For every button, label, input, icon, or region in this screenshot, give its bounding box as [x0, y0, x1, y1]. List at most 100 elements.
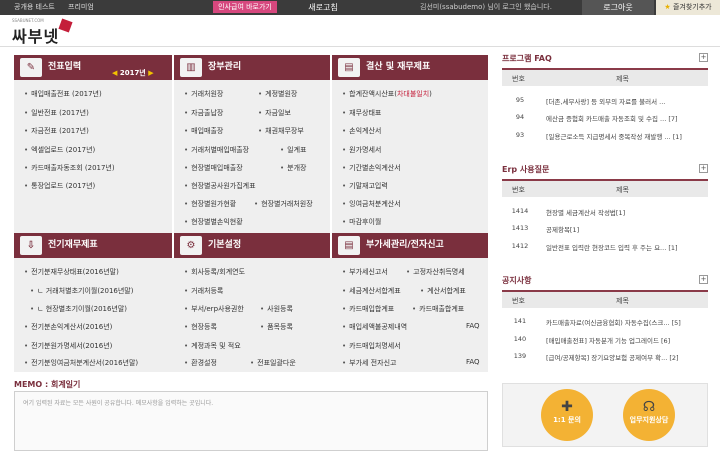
menu-item[interactable]: • 회사등록/회계연도	[184, 267, 245, 277]
menu-item[interactable]: • 현장별거래처원장	[254, 199, 313, 209]
more-button[interactable]: +	[699, 53, 708, 62]
prev-year-icon[interactable]: ◀	[112, 69, 117, 77]
pencil-doc-icon: ✎	[20, 58, 42, 77]
menu-item[interactable]: • 전기분재무상태표(2016년말)	[24, 267, 119, 277]
inquiry-label: 1:1 문의	[553, 416, 581, 424]
faq-link[interactable]: FAQ	[466, 358, 480, 366]
menu-item[interactable]: • 환경설정	[184, 358, 217, 368]
menu-item[interactable]: • 자금출납장	[184, 108, 223, 118]
menu-item[interactable]: • 현장별원가현황	[184, 199, 236, 209]
erp-qna-section: Erp 사용질문 + 번호 제목 1414 현장별 세금계산서 작성법[1] 14…	[502, 164, 708, 252]
menu-item[interactable]: • 기간별손익계산서	[342, 163, 401, 173]
menu-item[interactable]: • 카드매입합계표	[342, 304, 394, 314]
menu-item[interactable]: • 현장별매입매출장	[184, 163, 243, 173]
menu-item[interactable]: • 세금계산서합계표	[342, 286, 401, 296]
menu-item[interactable]: • 채권채무장부	[258, 126, 304, 136]
menu-item[interactable]: • 매입매출전표 (2017년)	[24, 89, 102, 99]
panel-title: 전기재무제표	[48, 240, 98, 250]
panel-title: 부가세관리/전자신고	[366, 240, 444, 250]
menu-item[interactable]: • 일반전표 (2017년)	[24, 108, 89, 118]
support-banner: ✚ 1:1 문의 ☊ 업무지원상담	[502, 383, 708, 447]
menu-item[interactable]: • 잉여금처분계산서	[342, 199, 401, 209]
panel-title: 전표입력	[48, 62, 82, 72]
menu-item[interactable]: • 합계잔액시산표(차대불일치)	[342, 89, 432, 99]
faq-link[interactable]: FAQ	[466, 322, 480, 330]
faq-section: 프로그램 FAQ + 번호 제목 95 [더존,세무사랑] 등 외부의 자료를 불…	[502, 53, 708, 141]
next-year-icon[interactable]: ▶	[148, 69, 153, 77]
menu-item[interactable]: • 손익계산서	[342, 126, 381, 136]
menu-item[interactable]: • 고정자산취득명세	[406, 267, 465, 277]
menu-item[interactable]: • 재무상태표	[342, 108, 381, 118]
memo-title: MEMO : 회계일기	[14, 380, 81, 389]
document-stack-icon: ▤	[338, 58, 360, 77]
menu-item[interactable]: • 카드매출합계표	[412, 304, 464, 314]
menu-item[interactable]: • 사원등록	[260, 304, 293, 314]
menu-item[interactable]: • 부서/erp사용권한	[184, 304, 244, 314]
logo[interactable]: SSABUNET.COM 싸부넷	[12, 18, 73, 47]
menu-item[interactable]: • 거래처원장	[184, 89, 223, 99]
panel-header-voucher: ✎ 전표입력 ◀ 2017년 ▶	[14, 55, 172, 80]
menu-item[interactable]: • ㄴ 현장별초기이월(2016년말)	[30, 304, 127, 314]
menu-item[interactable]: • 거래처등록	[184, 286, 223, 296]
import-icon: ⇩	[20, 236, 42, 255]
consult-label: 업무지원상담	[629, 416, 669, 424]
menu-item[interactable]: • 기말재고입력	[342, 181, 388, 191]
menu-item[interactable]: • 계산서합계표	[420, 286, 466, 296]
menu-item[interactable]: • ㄴ 거래처별초기이월(2016년말)	[30, 286, 133, 296]
more-button[interactable]: +	[699, 164, 708, 173]
menu-item[interactable]: • 거래처별매입매출장	[184, 145, 249, 155]
add-favorite-button[interactable]: ★ 즐겨찾기추가	[656, 0, 720, 15]
one-on-one-inquiry-button[interactable]: ✚ 1:1 문의	[541, 389, 593, 441]
menu-item[interactable]: • 일계표	[280, 145, 306, 155]
menu-item[interactable]: • 현장별공사원가집계표	[184, 181, 256, 191]
menu-item[interactable]: • 카드매출자동조회 (2017년)	[24, 163, 115, 173]
menu-item[interactable]: • 자금일보	[258, 108, 291, 118]
menu-item[interactable]: • 엑셀업로드 (2017년)	[24, 145, 95, 155]
support-consult-button[interactable]: ☊ 업무지원상담	[623, 389, 675, 441]
menu-item[interactable]: • 분개장	[280, 163, 306, 173]
panel-title: 결산 및 재무제표	[366, 62, 431, 72]
logo-mark-icon	[58, 18, 73, 33]
menu-item[interactable]: • 통장업로드 (2017년)	[24, 181, 95, 191]
menu-item[interactable]: • 매입매출장	[184, 126, 223, 136]
menu-item[interactable]: • 품목등록	[260, 322, 293, 332]
menu-item[interactable]: • 계정과목 및 적요	[184, 341, 241, 351]
panel-header-vat: ▤ 부가세관리/전자신고	[332, 233, 488, 258]
menu-item[interactable]: • 원가명세서	[342, 145, 381, 155]
year-label: 2017년	[119, 69, 146, 77]
panel-title: 기본설정	[208, 240, 242, 250]
headset-icon: ☊	[642, 399, 656, 415]
top-bar: 공개용 테스트 프리미엄 인사급여 바로가기 새로고침 김선미(ssabudem…	[0, 0, 720, 15]
gear-icon: ⚙	[180, 236, 202, 255]
logout-button[interactable]: 로그아웃	[582, 0, 654, 15]
menu-item[interactable]: • 부가세신고서	[342, 267, 388, 277]
section-title: 프로그램 FAQ	[502, 54, 552, 63]
favorite-label: 즐겨찾기추가	[672, 3, 712, 11]
refresh-button[interactable]: 새로고침	[300, 0, 346, 15]
panel-header-ledger: ▥ 장부관리	[174, 55, 330, 80]
logo-text: 싸부넷	[12, 27, 60, 46]
year-selector[interactable]: ◀ 2017년 ▶	[112, 61, 154, 86]
header-divider	[0, 46, 720, 47]
memo-textarea[interactable]: 여기 입력된 자료는 모든 사원이 공유합니다. 메모사항을 입력하는 곳입니다…	[14, 391, 488, 451]
menu-area-top	[14, 80, 488, 233]
menu-item[interactable]: • 매입세액불공제내역	[342, 322, 407, 332]
menu-item[interactable]: • 계정별원장	[258, 89, 297, 99]
payroll-shortcut-button[interactable]: 인사급여 바로가기	[213, 1, 277, 13]
menu-item[interactable]: • 전표일괄다운	[250, 358, 296, 368]
menu-item[interactable]: • 전기분원가명세서(2016년)	[24, 341, 112, 351]
menu-item[interactable]: • 현장별별손익현황	[184, 217, 243, 227]
menu-item[interactable]: • 전기분잉여금처분계산서(2016년말)	[24, 358, 138, 368]
company-name: 공개용 테스트	[14, 3, 55, 11]
table-header: 번호 제목	[502, 179, 708, 197]
panel-header-settings: ⚙ 기본설정	[174, 233, 330, 258]
menu-item[interactable]: • 현장등록	[184, 322, 217, 332]
star-icon: ★	[664, 3, 671, 11]
menu-item[interactable]: • 자금전표 (2017년)	[24, 126, 89, 136]
menu-item[interactable]: • 마감후이월	[342, 217, 381, 227]
memo-placeholder: 여기 입력된 자료는 모든 사원이 공유합니다. 메모사항을 입력하는 곳입니다…	[23, 400, 214, 407]
menu-item[interactable]: • 카드매입처명세서	[342, 341, 401, 351]
menu-item[interactable]: • 전기분손익계산서(2016년)	[24, 322, 112, 332]
more-button[interactable]: +	[699, 275, 708, 284]
menu-item[interactable]: • 부가세 전자신고	[342, 358, 396, 368]
